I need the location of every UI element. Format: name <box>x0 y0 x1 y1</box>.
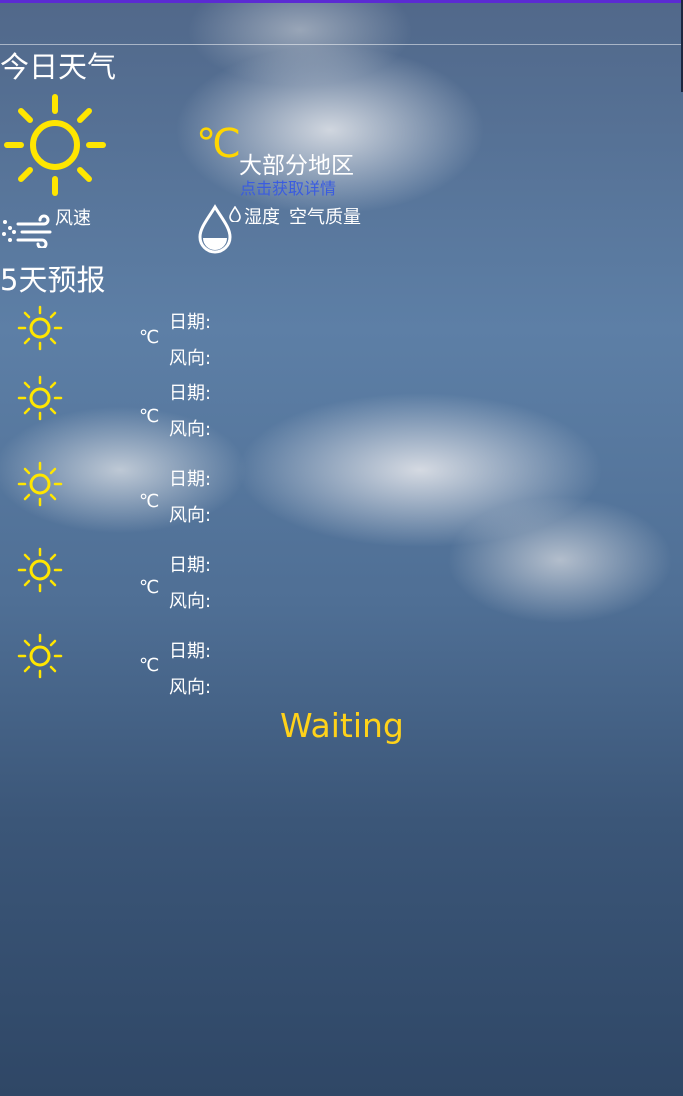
forecast-wind-label: 风向: <box>169 419 212 440</box>
forecast-wind-label: 风向: <box>169 591 212 612</box>
forecast-date-label: 日期: <box>169 383 212 404</box>
forecast-wind-label: 风向: <box>169 505 212 526</box>
forecast-temp-unit: ℃ <box>139 406 160 427</box>
divider <box>0 44 681 45</box>
forecast-wind-label: 风向: <box>169 677 212 698</box>
forecast-row: ℃ 日期: 风向: <box>0 631 683 711</box>
forecast-date-label: 日期: <box>169 312 212 333</box>
detail-link[interactable]: 点击获取详情 <box>240 175 336 199</box>
forecast-temp-unit: ℃ <box>139 327 160 348</box>
wind-icon <box>2 214 52 248</box>
sun-icon <box>17 547 63 593</box>
forecast-temp-unit: ℃ <box>139 577 160 598</box>
sun-icon <box>17 305 63 351</box>
air-quality-label: 空气质量 <box>289 207 361 228</box>
status-text: Waiting <box>280 706 404 745</box>
sun-icon <box>4 94 106 196</box>
forecast-date-label: 日期: <box>169 555 212 576</box>
temperature-unit: ℃ <box>196 121 241 167</box>
forecast-row: ℃ 日期: 风向: <box>0 302 683 382</box>
forecast-row: ℃ 日期: 风向: <box>0 545 683 625</box>
forecast-date-label: 日期: <box>169 641 212 662</box>
wind-speed-label: 风速 <box>55 208 91 229</box>
forecast-date-label: 日期: <box>169 469 212 490</box>
forecast-wind-label: 风向: <box>169 348 212 369</box>
sun-icon <box>17 375 63 421</box>
sun-icon <box>17 633 63 679</box>
sun-icon <box>17 461 63 507</box>
humidity-label: 湿度 <box>244 207 280 228</box>
small-drop-icon <box>229 206 241 222</box>
forecast-row: ℃ 日期: 风向: <box>0 459 683 539</box>
status-bar <box>0 0 683 3</box>
today-title: 今日天气 <box>0 50 117 84</box>
forecast-temp-unit: ℃ <box>139 491 160 512</box>
forecast-temp-unit: ℃ <box>139 655 160 676</box>
humidity-drop-icon <box>198 204 232 254</box>
forecast-row: ℃ 日期: 风向: <box>0 373 683 453</box>
forecast-title: 5天预报 <box>0 263 106 297</box>
